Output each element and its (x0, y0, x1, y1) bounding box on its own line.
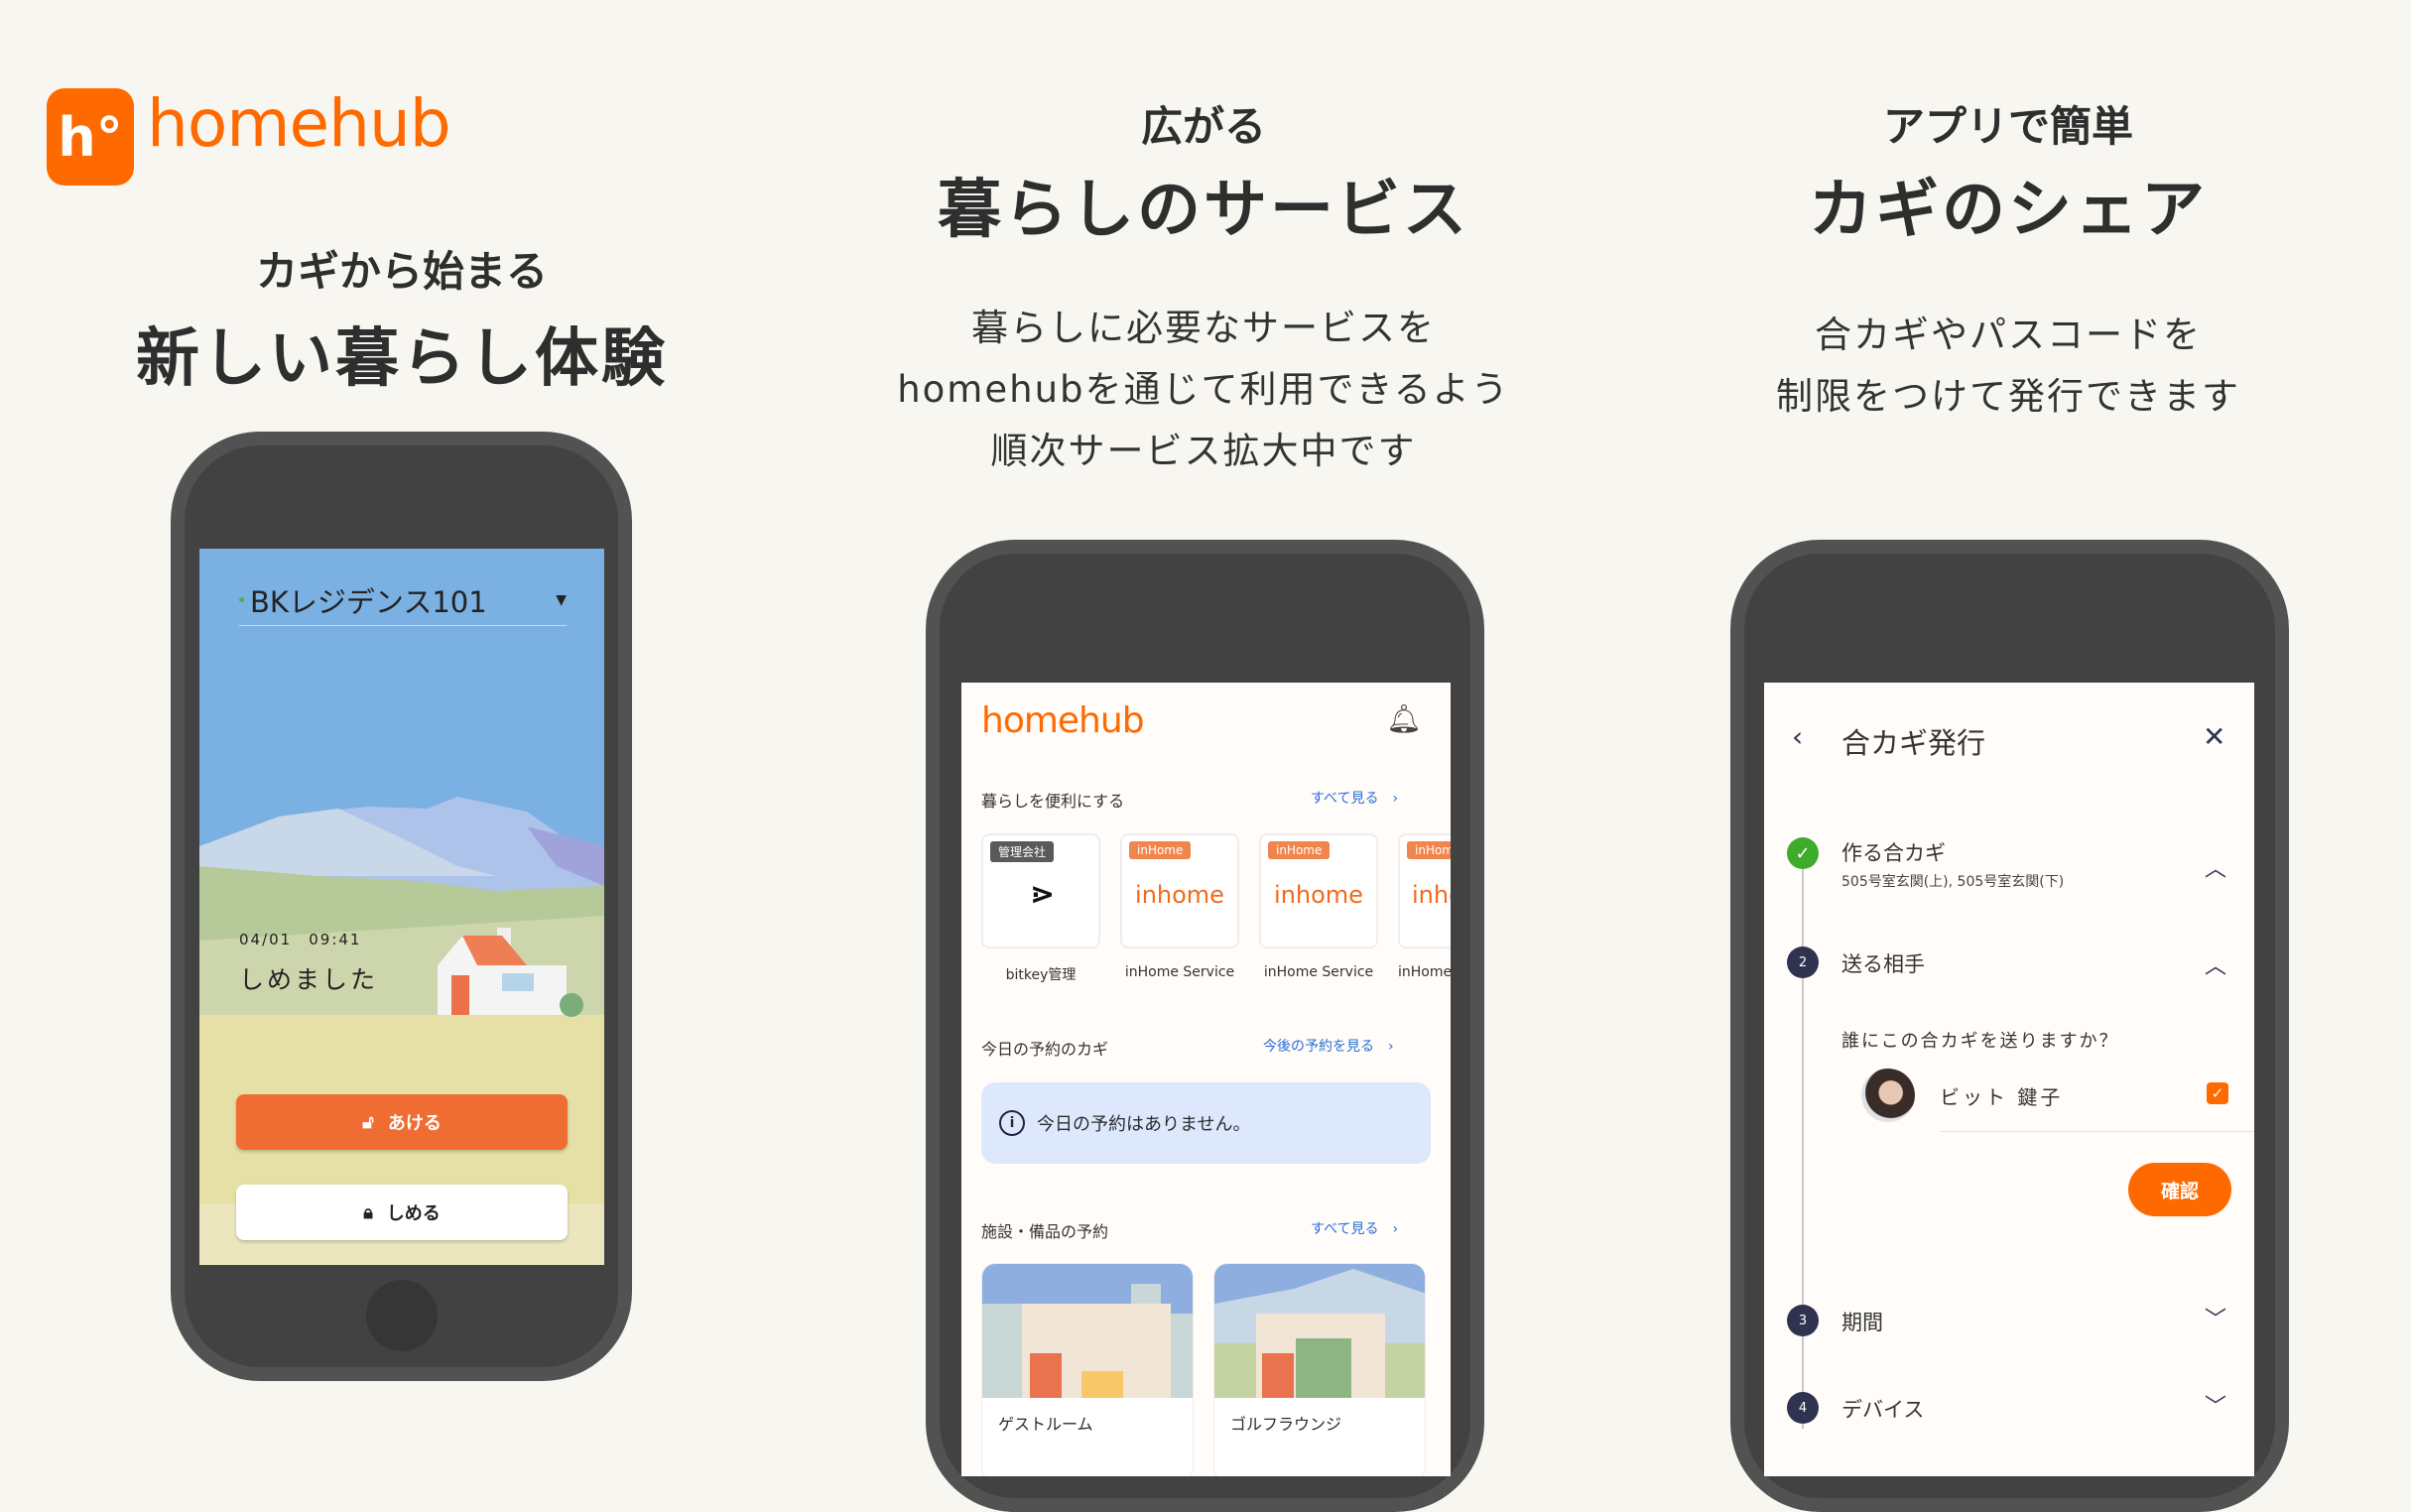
lock-status: しめました (239, 965, 379, 994)
divider (1940, 1131, 2254, 1132)
open-label: あける (387, 1113, 442, 1134)
guest-room-illustration (982, 1264, 1193, 1398)
col3-subtitle: アプリで簡単 (1882, 102, 2133, 151)
step-title[interactable]: デバイス (1841, 1394, 1924, 1424)
see-all-link[interactable]: すべて見る › (1311, 788, 1398, 808)
property-selector[interactable]: BKレジデンス101 ▼ (239, 574, 567, 626)
service-tag: inHome (1407, 841, 1451, 859)
facility-name: ゴルフラウンジ (1230, 1415, 1342, 1434)
close-button[interactable]: 🔒︎ しめる (236, 1185, 568, 1240)
facility-name: ゲストルーム (998, 1415, 1093, 1434)
col2-description: 暮らしに必要なサービスを homehubを通じて利用できるよう 順次サービス拡大… (856, 298, 1551, 482)
step-number: 4 (1787, 1392, 1819, 1424)
desc-line: 制限をつけて発行できます (1776, 375, 2240, 418)
section-title: 暮らしを便利にする (981, 792, 1125, 811)
info-text: 今日の予約はありません。 (1037, 1114, 1251, 1135)
lock-icon: 🔒︎ (363, 1201, 373, 1223)
service-card[interactable]: inHome inhome (1259, 833, 1378, 948)
step-number: 3 (1787, 1305, 1819, 1336)
bell-icon[interactable]: 🔔︎ (1386, 702, 1422, 735)
inhome-logo: inhome (1412, 881, 1451, 909)
facility-card[interactable]: ゴルフラウンジ (1213, 1263, 1426, 1476)
service-label: inHome Service (1124, 964, 1235, 980)
step-title[interactable]: 期間 (1841, 1307, 1883, 1336)
info-banner: i 今日の予約はありません。 (981, 1082, 1431, 1164)
step-number: 2 (1787, 946, 1819, 978)
see-all-link[interactable]: すべて見る › (1311, 1218, 1398, 1238)
recipient-question: 誰にこの合カギを送りますか？ (1841, 1031, 2119, 1052)
col1-subtitle: カギから始まる (255, 247, 548, 296)
close-label: しめる (386, 1203, 441, 1224)
phone-lock-screen: BKレジデンス101 ▼ 04/01 09:41 しめました 🔓︎ あける 🔒︎ し… (171, 432, 632, 1381)
step-done-check-icon: ✓ (1787, 837, 1819, 869)
recipient-avatar (1861, 1069, 1915, 1122)
services-screen: homehub 🔔︎ 暮らしを便利にする すべて見る › 管理会社 ⋗ inHo… (961, 683, 1451, 1476)
lock-datetime: 04/01 09:41 (239, 931, 362, 948)
key-issue-screen: ‹ 合カギ発行 ✕ ✓ 作る合カギ 505号室玄関(上), 505号室玄関(下)… (1764, 683, 2254, 1476)
app-logo: homehub (981, 700, 1145, 741)
desc-line: 順次サービス拡大中です (990, 430, 1417, 472)
home-button[interactable] (366, 1280, 438, 1351)
inhome-logo: inhome (1135, 881, 1224, 909)
col3-description: 合カギやパスコードを 制限をつけて発行できます (1661, 305, 2355, 428)
back-icon[interactable]: ‹ (1792, 720, 1803, 753)
homehub-logo-icon: h° (47, 88, 134, 186)
desc-line: 暮らしに必要なサービスを (971, 307, 1436, 349)
chevron-down-icon[interactable]: ﹀ (2205, 1389, 2226, 1421)
bitkey-logo-icon: ⋗ (1030, 877, 1056, 912)
service-tag: inHome (1129, 841, 1192, 859)
col2-subtitle: 広がる (1140, 102, 1266, 151)
phone-services: homehub 🔔︎ 暮らしを便利にする すべて見る › 管理会社 ⋗ inHo… (926, 540, 1484, 1512)
desc-line: 合カギやパスコードを (1815, 314, 2202, 356)
phone-key-share: ‹ 合カギ発行 ✕ ✓ 作る合カギ 505号室玄関(上), 505号室玄関(下)… (1730, 540, 2289, 1512)
dropdown-arrow-icon: ▼ (556, 591, 567, 608)
service-label: inHome Service (1263, 964, 1374, 980)
chevron-down-icon[interactable]: ﹀ (2205, 1302, 2226, 1333)
recipient-name: ビット 鍵子 (1940, 1085, 2064, 1109)
info-icon: i (999, 1110, 1025, 1136)
service-tag: 管理会社 (990, 841, 1055, 862)
service-card[interactable]: inHome inhome (1120, 833, 1239, 948)
recipient-checkbox[interactable]: ✓ (2207, 1082, 2228, 1104)
step-title: 作る合カギ (1841, 841, 1946, 865)
property-name: BKレジデンス101 (250, 584, 487, 619)
desc-line: homehubを通じて利用できるよう (897, 368, 1510, 411)
chevron-up-icon[interactable]: ︿ (2205, 851, 2226, 883)
golf-lounge-illustration (1214, 1264, 1425, 1398)
section-title: 今日の予約のカギ (981, 1040, 1109, 1059)
service-tag: inHome (1268, 841, 1331, 859)
col3-title: カギのシェア (1809, 174, 2208, 247)
col2-title: 暮らしのサービス (938, 174, 1469, 247)
col1-title: 新しい暮らし体験 (136, 322, 668, 396)
step-detail: 505号室玄関(上), 505号室玄関(下) (1841, 874, 2065, 890)
service-label: inHome Service (1398, 964, 1451, 980)
service-label: bitkey管理 (1005, 967, 1077, 983)
status-dot-icon (239, 597, 244, 602)
screen-title: 合カギ発行 (1841, 726, 1986, 760)
chevron-up-icon[interactable]: ︿ (2205, 948, 2226, 980)
future-reservations-link[interactable]: 今後の予約を見る › (1263, 1036, 1394, 1056)
close-icon[interactable]: ✕ (2203, 720, 2225, 753)
unlock-icon: 🔓︎ (362, 1111, 374, 1133)
step-title: 送る相手 (1841, 952, 1925, 976)
section-title: 施設・備品の予約 (981, 1222, 1109, 1241)
facility-card[interactable]: ゲストルーム (981, 1263, 1194, 1476)
lock-screen: BKレジデンス101 ▼ 04/01 09:41 しめました 🔓︎ あける 🔒︎ し… (199, 549, 604, 1265)
open-button[interactable]: 🔓︎ あける (236, 1094, 568, 1150)
confirm-button[interactable]: 確認 (2128, 1163, 2231, 1216)
homehub-logo-text: homehub (147, 85, 451, 162)
service-card[interactable]: 管理会社 ⋗ (981, 833, 1100, 948)
landscape-illustration (199, 797, 604, 1265)
service-card[interactable]: inHome inhome (1398, 833, 1451, 948)
stepper-line (1802, 853, 1804, 1429)
inhome-logo: inhome (1274, 881, 1363, 909)
